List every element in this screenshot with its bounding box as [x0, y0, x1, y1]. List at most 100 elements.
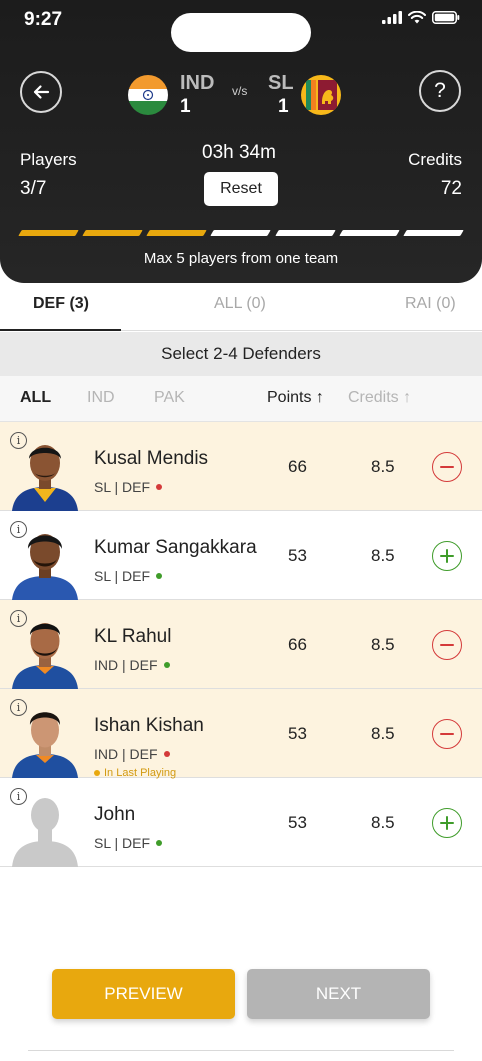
player-name: KL Rahul: [94, 626, 172, 647]
player-row[interactable]: i KL Rahul IND | DEF 66 8.5: [0, 600, 482, 689]
tab-rai[interactable]: RAI (0): [405, 295, 456, 313]
player-points: 66: [288, 635, 307, 654]
filter-row: ALL IND PAK Points ↑ Credits ↑: [0, 376, 482, 422]
player-list: i Kusal Mendis SL | DEF 66 8.5 i Kumar S…: [0, 422, 482, 867]
player-meta-text: SL | DEF: [94, 479, 151, 495]
player-points: 53: [288, 546, 307, 565]
player-credits: 8.5: [371, 635, 395, 654]
tab-def[interactable]: DEF (3): [33, 295, 89, 313]
reset-button[interactable]: Reset: [204, 172, 278, 206]
remove-player-button[interactable]: [432, 719, 462, 749]
minus-icon: [440, 466, 454, 468]
player-team-role: SL | DEF: [94, 835, 163, 851]
player-name: Kusal Mendis: [94, 448, 209, 469]
player-team-role: IND | DEF: [94, 657, 170, 673]
plus-icon: [440, 816, 454, 830]
player-credits: 8.5: [371, 813, 395, 832]
info-icon[interactable]: i: [10, 699, 27, 716]
player-team-role: SL | DEF: [94, 479, 163, 495]
sort-points[interactable]: Points ↑: [267, 389, 324, 407]
player-row[interactable]: i Kusal Mendis SL | DEF 66 8.5: [0, 422, 482, 511]
players-count: 3/7: [20, 178, 47, 199]
progress-segment: [210, 230, 272, 236]
tab-all[interactable]: ALL (0): [214, 295, 266, 313]
selection-progress-bar: [18, 230, 464, 238]
dynamic-island: [171, 13, 311, 52]
team2-score: 1: [278, 96, 289, 117]
player-name: Kumar Sangakkara: [94, 537, 257, 558]
player-points: 66: [288, 457, 307, 476]
player-meta-text: SL | DEF: [94, 835, 151, 851]
team2-code: SL: [268, 72, 294, 94]
status-dot: [156, 573, 163, 579]
status-time: 9:27: [24, 9, 63, 30]
player-meta-text: IND | DEF: [94, 657, 158, 673]
player-row[interactable]: i John SL | DEF 53 8.5: [0, 778, 482, 867]
sort-credits[interactable]: Credits ↑: [348, 389, 411, 407]
credits-left: 72: [440, 178, 462, 199]
credits-label: Credits: [408, 150, 462, 169]
battery-icon: [432, 11, 460, 24]
preview-button[interactable]: PREVIEW: [52, 969, 235, 1019]
player-credits: 8.5: [371, 546, 395, 565]
india-flag-icon: [128, 75, 168, 115]
player-name: John: [94, 804, 136, 825]
question-icon: ?: [434, 79, 446, 102]
progress-segment: [146, 230, 208, 236]
team1-score: 1: [180, 96, 191, 117]
next-button[interactable]: NEXT: [247, 969, 430, 1019]
countdown-timer: 03h 34m: [202, 142, 276, 163]
player-team-role: SL | DEF: [94, 568, 163, 584]
add-player-button[interactable]: [432, 808, 462, 838]
arrow-left-icon: [33, 85, 50, 99]
filter-pak[interactable]: PAK: [154, 389, 185, 407]
player-row[interactable]: i Kumar Sangakkara SL | DEF 53 8.5: [0, 511, 482, 600]
player-row[interactable]: i Ishan Kishan IND | DEF In Last Playing…: [0, 689, 482, 779]
info-icon[interactable]: i: [10, 610, 27, 627]
last-playing-dot: [94, 770, 100, 776]
player-credits: 8.5: [371, 724, 395, 743]
sri-lanka-flag-icon: [301, 75, 341, 115]
signal-icon: [382, 11, 402, 24]
add-player-button[interactable]: [432, 541, 462, 571]
status-dot: [156, 840, 163, 846]
filter-all[interactable]: ALL: [20, 389, 51, 407]
minus-icon: [440, 644, 454, 646]
status-icons: [382, 11, 460, 24]
player-points: 53: [288, 724, 307, 743]
home-indicator: [28, 1050, 454, 1051]
player-name: Ishan Kishan: [94, 715, 204, 736]
progress-segment: [82, 230, 144, 236]
info-icon[interactable]: i: [10, 788, 27, 805]
active-tab-indicator: [0, 329, 121, 331]
minus-icon: [440, 733, 454, 735]
match-header: 9:27 IND 1 v/s SL 1 ? Players 3/7 03h 34…: [0, 0, 482, 283]
role-tabs: DEF (3) ALL (0) RAI (0): [0, 283, 482, 331]
filter-ind[interactable]: IND: [87, 389, 115, 407]
remove-player-button[interactable]: [432, 452, 462, 482]
player-meta-text: IND | DEF: [94, 746, 158, 762]
plus-icon: [440, 549, 454, 563]
player-team-role: IND | DEF: [94, 746, 170, 762]
status-dot: [156, 484, 163, 490]
player-meta-text: SL | DEF: [94, 568, 151, 584]
remove-player-button[interactable]: [432, 630, 462, 660]
team1-code: IND: [180, 72, 215, 94]
progress-segment: [403, 230, 464, 236]
wifi-icon: [408, 11, 426, 24]
progress-segment: [274, 230, 336, 236]
back-button[interactable]: [20, 71, 62, 113]
progress-segment: [18, 230, 79, 236]
info-icon[interactable]: i: [10, 432, 27, 449]
help-button[interactable]: ?: [419, 70, 461, 112]
versus-label: v/s: [232, 84, 248, 98]
progress-segment: [338, 230, 400, 236]
players-label: Players: [20, 150, 77, 169]
info-icon[interactable]: i: [10, 521, 27, 538]
status-dot: [163, 751, 170, 757]
status-dot: [163, 662, 170, 668]
player-credits: 8.5: [371, 457, 395, 476]
player-points: 53: [288, 813, 307, 832]
selection-instruction: Select 2-4 Defenders: [0, 332, 482, 376]
max-players-note: Max 5 players from one team: [143, 250, 339, 267]
